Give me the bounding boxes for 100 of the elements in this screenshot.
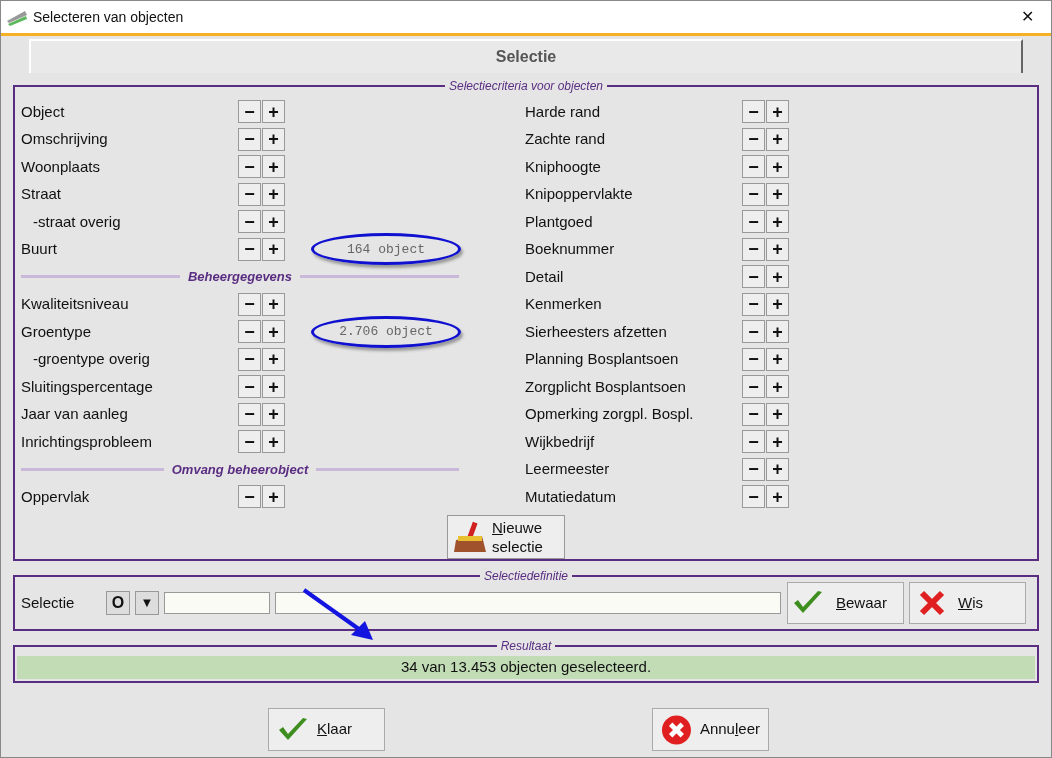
criterion-label: Buurt <box>21 239 57 259</box>
close-button[interactable]: ✕ <box>1007 5 1047 29</box>
ok-button[interactable]: Klaar <box>268 708 385 751</box>
plus-button[interactable]: + <box>766 375 789 399</box>
minus-button[interactable]: − <box>238 320 261 344</box>
minus-button[interactable]: − <box>742 320 765 344</box>
minus-button[interactable]: − <box>742 265 765 289</box>
minus-button[interactable]: − <box>742 485 765 509</box>
plus-button[interactable]: + <box>766 127 789 151</box>
plus-button[interactable]: + <box>766 430 789 454</box>
section-header: Omvang beheerobject <box>170 460 310 479</box>
minus-button[interactable]: − <box>238 402 261 426</box>
plus-button[interactable]: + <box>766 237 789 261</box>
plus-button[interactable]: + <box>766 292 789 316</box>
minus-button[interactable]: − <box>742 155 765 179</box>
object-count: 2.706 object <box>311 315 461 348</box>
broom-icon <box>452 519 488 554</box>
criterion-label: Groentype <box>21 321 92 342</box>
plus-button[interactable]: + <box>262 100 285 124</box>
criterion-label: Kenmerken <box>525 294 603 314</box>
minus-button[interactable]: − <box>742 100 765 124</box>
criterion-label: Leermeester <box>525 459 611 479</box>
criterion-label: Kniphoogte <box>525 156 602 177</box>
plus-button[interactable]: + <box>262 430 285 454</box>
plus-button[interactable]: + <box>766 347 789 371</box>
plus-button[interactable]: + <box>262 485 285 509</box>
minus-button[interactable]: − <box>238 210 261 234</box>
criterion-label: Harde rand <box>525 101 602 122</box>
plus-button[interactable]: + <box>262 182 285 206</box>
cancel-icon <box>661 713 692 746</box>
criterion-label: Zachte rand <box>525 129 607 149</box>
minus-button[interactable]: − <box>742 237 765 261</box>
plus-button[interactable]: + <box>262 375 285 399</box>
plus-button[interactable]: + <box>766 485 789 509</box>
minus-button[interactable]: − <box>742 347 765 371</box>
tab[interactable]: Selectie <box>29 39 1023 73</box>
plus-button[interactable]: + <box>766 210 789 234</box>
minus-button[interactable]: − <box>238 347 261 371</box>
open-button[interactable]: O <box>106 591 130 615</box>
minus-button[interactable]: − <box>238 237 261 261</box>
group-legend: Selectiecriteria voor objecten <box>444 78 608 94</box>
criterion-label: Wijkbedrijf <box>525 431 596 452</box>
plus-button[interactable]: + <box>766 320 789 344</box>
plus-button[interactable]: + <box>766 402 789 426</box>
minus-button[interactable]: − <box>742 127 765 151</box>
criterion-label: Planning Bosplantsoen <box>525 349 680 369</box>
criterion-label: Mutatiedatum <box>525 486 617 507</box>
save-button[interactable]: Bewaar <box>787 582 904 624</box>
plus-button[interactable]: + <box>262 292 285 316</box>
cross-icon <box>918 589 946 617</box>
new-selection-button[interactable]: Nieuwe selectie <box>447 514 565 559</box>
minus-button[interactable]: − <box>742 292 765 316</box>
minus-button[interactable]: − <box>238 485 261 509</box>
criterion-label: Kwaliteitsniveau <box>21 294 129 314</box>
minus-button[interactable]: − <box>238 127 261 151</box>
plus-button[interactable]: + <box>262 127 285 151</box>
plus-button[interactable]: + <box>766 265 789 289</box>
plus-button[interactable]: + <box>262 155 285 179</box>
cancel-button[interactable]: Annuleer <box>652 708 769 751</box>
minus-button[interactable]: − <box>742 210 765 234</box>
plus-button[interactable]: + <box>262 402 285 426</box>
criterion-label: Oppervlak <box>21 486 90 507</box>
criterion-label: Woonplaats <box>21 156 100 177</box>
selection-label: Selectie <box>21 592 76 613</box>
criterion-label: Sluitingspercentage <box>21 376 153 397</box>
minus-button[interactable]: − <box>742 375 765 399</box>
plus-button[interactable]: + <box>766 155 789 179</box>
minus-button[interactable]: − <box>742 182 765 206</box>
plus-button[interactable]: + <box>262 347 285 371</box>
object-count: 164 object <box>311 233 461 266</box>
dropdown-button[interactable]: ▼ <box>135 591 159 615</box>
minus-button[interactable]: − <box>238 430 261 454</box>
selection-name-field[interactable] <box>164 592 270 614</box>
criterion-label: Sierheesters afzetten <box>525 321 668 342</box>
minus-button[interactable]: − <box>742 457 765 481</box>
minus-button[interactable]: − <box>238 292 261 316</box>
criterion-label: Object <box>21 101 65 122</box>
minus-button[interactable]: − <box>238 375 261 399</box>
result-bar: 34 van 13.453 objecten geselecteerd. <box>17 656 1035 679</box>
plus-button[interactable]: + <box>262 320 285 344</box>
selection-description-field[interactable] <box>275 592 781 614</box>
minus-button[interactable]: − <box>238 182 261 206</box>
plus-button[interactable]: + <box>766 457 789 481</box>
plus-button[interactable]: + <box>766 182 789 206</box>
minus-button[interactable]: − <box>238 100 261 124</box>
minus-button[interactable]: − <box>238 155 261 179</box>
criterion-label: -straat overig <box>32 211 121 232</box>
minus-button[interactable]: − <box>742 402 765 426</box>
section-header: Beheergegevens <box>186 268 294 286</box>
criterion-label: Detail <box>525 266 565 287</box>
minus-button[interactable]: − <box>742 430 765 454</box>
criterion-label: Knipoppervlakte <box>525 184 634 204</box>
criterion-label: Jaar van aanleg <box>21 404 128 424</box>
criterion-label: Opmerking zorgpl. Bospl. <box>525 404 695 424</box>
clear-button[interactable]: Wis <box>909 582 1026 624</box>
plus-button[interactable]: + <box>766 100 789 124</box>
new-selection-label: Nieuwe selectie <box>492 517 543 556</box>
plus-button[interactable]: + <box>262 210 285 234</box>
plus-button[interactable]: + <box>262 237 285 261</box>
criterion-label: Zorgplicht Bosplantsoen <box>525 376 687 397</box>
